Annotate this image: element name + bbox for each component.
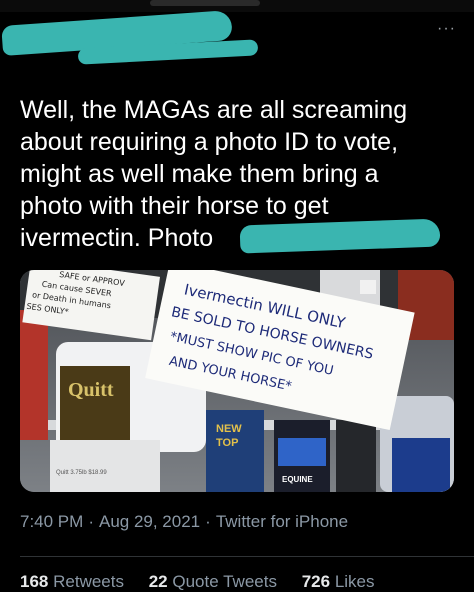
retweets-count: 168 bbox=[20, 572, 49, 591]
likes-count: 726 bbox=[301, 572, 331, 591]
bottle-label-3: EQUINE bbox=[282, 475, 313, 484]
quotes-count: 22 bbox=[148, 572, 168, 591]
tweet-photo[interactable]: Quitt Quitt 3.75lb $18.99 SAFE or APPROV… bbox=[20, 270, 454, 492]
header-strip bbox=[0, 0, 474, 12]
engagement-stats: 168 Retweets 22 Quote Tweets 726 Likes bbox=[20, 572, 395, 592]
separator: · bbox=[88, 512, 94, 531]
blurred-header-text bbox=[150, 0, 260, 6]
tweet-timestamp: 7:40 PM · Aug 29, 2021 · Twitter for iPhone bbox=[20, 512, 348, 532]
tweet-date[interactable]: Aug 29, 2021 bbox=[99, 512, 200, 531]
store-shelf-photo: Quitt Quitt 3.75lb $18.99 SAFE or APPROV… bbox=[20, 270, 454, 492]
price-tag-text: Quitt 3.75lb $18.99 bbox=[56, 470, 107, 476]
likes-label: Likes bbox=[334, 572, 375, 591]
bucket-brand-text: Quitt bbox=[68, 379, 114, 401]
likes-stat[interactable]: 726 Likes bbox=[302, 572, 375, 591]
bottle-label-2: TOP bbox=[216, 437, 238, 449]
tweet-time[interactable]: 7:40 PM bbox=[20, 512, 83, 531]
quotes-label: Quote Tweets bbox=[172, 572, 277, 591]
retweets-label: Retweets bbox=[53, 572, 124, 591]
separator: · bbox=[205, 512, 211, 531]
bottle-label-1: NEW bbox=[216, 423, 242, 435]
quote-tweets-stat[interactable]: 22 Quote Tweets bbox=[149, 572, 277, 591]
divider bbox=[20, 556, 474, 557]
retweets-stat[interactable]: 168 Retweets bbox=[20, 572, 124, 591]
tweet-client-link[interactable]: Twitter for iPhone bbox=[216, 512, 348, 531]
more-options-icon[interactable]: ··· bbox=[437, 20, 456, 38]
